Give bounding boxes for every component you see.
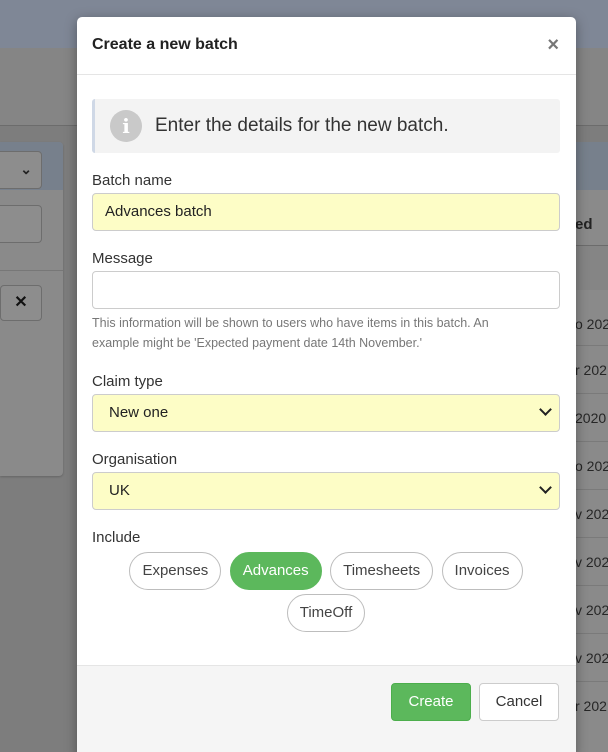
table-cell: o 202 bbox=[575, 316, 608, 332]
dialog-title: Create a new batch bbox=[92, 36, 238, 53]
organisation-select[interactable]: UK bbox=[92, 472, 560, 510]
table-cell: o 202 bbox=[575, 458, 608, 474]
chevron-down-icon bbox=[539, 403, 552, 416]
row-divider bbox=[575, 585, 608, 586]
row-divider bbox=[575, 489, 608, 490]
batch-name-label: Batch name bbox=[92, 172, 173, 189]
table-cell: r 202 bbox=[575, 698, 607, 714]
organisation-value: UK bbox=[109, 482, 130, 499]
background-table: ed o 202 r 202 2020 o 202 v 202 v 202 v … bbox=[575, 142, 608, 752]
row-divider bbox=[575, 681, 608, 682]
chevron-down-icon bbox=[539, 481, 552, 494]
table-cell: r 202 bbox=[575, 362, 607, 378]
dialog-header: Create a new batch × bbox=[77, 17, 576, 75]
include-advances-toggle[interactable]: Advances bbox=[229, 552, 322, 590]
row-divider bbox=[575, 441, 608, 442]
row-divider bbox=[575, 345, 608, 346]
filter-divider bbox=[0, 270, 63, 271]
message-label: Message bbox=[92, 250, 153, 267]
cancel-button[interactable]: Cancel bbox=[479, 683, 559, 721]
close-icon[interactable]: × bbox=[547, 34, 559, 56]
table-column-header[interactable]: ed bbox=[575, 216, 593, 233]
claim-type-label: Claim type bbox=[92, 373, 163, 390]
include-timesheets-toggle[interactable]: Timesheets bbox=[330, 552, 434, 590]
row-divider bbox=[575, 537, 608, 538]
dialog-footer: Create Cancel bbox=[77, 665, 576, 752]
filter-select[interactable]: ⌄ bbox=[0, 151, 42, 189]
table-cell: v 202 bbox=[575, 554, 608, 570]
table-cell: v 202 bbox=[575, 602, 608, 618]
claim-type-select[interactable]: New one bbox=[92, 394, 560, 432]
organisation-label: Organisation bbox=[92, 451, 178, 468]
include-toggle-group: Expenses Advances Timesheets Invoices Ti… bbox=[92, 552, 560, 636]
claim-type-value: New one bbox=[109, 404, 169, 421]
include-row: Expenses Advances Timesheets Invoices bbox=[92, 552, 560, 594]
table-filter-row bbox=[575, 246, 608, 290]
include-expenses-toggle[interactable]: Expenses bbox=[129, 552, 222, 590]
table-cell: 2020 bbox=[575, 410, 607, 426]
create-batch-dialog: Create a new batch × i Enter the details… bbox=[77, 17, 576, 752]
info-icon: i bbox=[110, 110, 142, 142]
message-help-text: This information will be shown to users … bbox=[92, 316, 489, 350]
include-invoices-toggle[interactable]: Invoices bbox=[441, 552, 523, 590]
batch-name-input[interactable]: Advances batch bbox=[92, 193, 560, 231]
message-input[interactable] bbox=[92, 271, 560, 309]
table-cell: v 202 bbox=[575, 650, 608, 666]
include-timeoff-toggle[interactable]: TimeOff bbox=[286, 594, 366, 632]
info-text: Enter the details for the new batch. bbox=[155, 115, 449, 136]
table-toolbar bbox=[575, 142, 608, 190]
chevron-down-icon: ⌄ bbox=[20, 161, 32, 177]
info-alert: i Enter the details for the new batch. bbox=[92, 99, 560, 153]
table-cell: v 202 bbox=[575, 506, 608, 522]
filter-input[interactable] bbox=[0, 205, 42, 243]
include-label: Include bbox=[92, 529, 141, 546]
row-divider bbox=[575, 393, 608, 394]
row-divider bbox=[575, 633, 608, 634]
include-row: TimeOff bbox=[92, 594, 560, 636]
batch-name-value: Advances batch bbox=[105, 203, 212, 220]
close-icon: ✕ bbox=[14, 294, 28, 311]
clear-filter-button[interactable]: ✕ bbox=[0, 285, 42, 321]
create-button[interactable]: Create bbox=[391, 683, 471, 721]
